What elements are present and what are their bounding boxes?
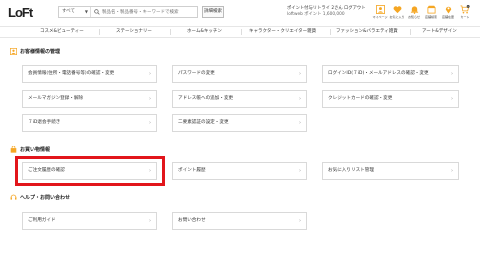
mypage-label: マイページ bbox=[372, 15, 388, 19]
nav-item-character[interactable]: キャラクター・クリエイター雑貨 bbox=[249, 27, 316, 37]
card-label: お問い合わせ bbox=[178, 218, 206, 223]
chevron-right-icon: › bbox=[299, 168, 301, 174]
nav-divider bbox=[330, 29, 331, 35]
notifications-link[interactable]: お知らせ bbox=[406, 5, 422, 19]
card-label: メールマガジン登録・解除 bbox=[28, 96, 84, 101]
detail-search-button[interactable]: 詳細検索 bbox=[202, 6, 224, 18]
store-search-label: 店舗検索 bbox=[424, 15, 437, 19]
store-search-link[interactable]: 店舗検索 bbox=[423, 5, 439, 19]
highlight-box bbox=[15, 156, 165, 186]
address-book-card[interactable]: アドレス帳への追加・変更 › bbox=[172, 90, 307, 108]
card-label: 会員情報(住所・電話番号等)の確認・変更 bbox=[28, 71, 115, 76]
card-label: ご利用ガイド bbox=[28, 218, 56, 223]
chevron-right-icon: › bbox=[149, 71, 151, 77]
search-input[interactable] bbox=[102, 7, 198, 17]
headset-icon bbox=[10, 194, 17, 200]
user-points-info: ポイント付与リトライ 2さん ログアウト loftweb ポイント 1,600,… bbox=[287, 6, 366, 18]
store-icon bbox=[426, 5, 436, 14]
card-label: お気に入りリスト管理 bbox=[328, 168, 374, 173]
mypage-link[interactable]: マイページ bbox=[372, 5, 388, 19]
search-category-label: すべて bbox=[62, 9, 76, 14]
user-guide-card[interactable]: ご利用ガイド › bbox=[22, 212, 157, 230]
chevron-right-icon: › bbox=[149, 218, 151, 224]
cart-label: カート bbox=[460, 15, 470, 19]
card-label: ログインID(７iD)・メールアドレスの確認・変更 bbox=[328, 71, 429, 76]
section-title-member: お客様情報の管理 bbox=[20, 49, 61, 55]
points-balance: loftweb ポイント 1,600,000 bbox=[287, 12, 345, 17]
bell-icon bbox=[410, 6, 418, 14]
chevron-right-icon: › bbox=[299, 218, 301, 224]
mail-magazine-card[interactable]: メールマガジン登録・解除 › bbox=[22, 90, 157, 108]
store-stock-label: 店舗在庫 bbox=[441, 15, 454, 19]
nav-item-cosme[interactable]: コスメ&ビューティー bbox=[40, 27, 84, 37]
two-factor-card[interactable]: 二要素認証の設定・変更 › bbox=[172, 114, 307, 132]
chevron-right-icon: › bbox=[149, 120, 151, 126]
store-stock-link[interactable]: 店舗在庫 bbox=[440, 5, 456, 19]
credit-card-card[interactable]: クレジットカードの確認・変更 › bbox=[322, 90, 459, 108]
loft-logo[interactable]: LoFt bbox=[8, 5, 33, 20]
login-id-card[interactable]: ログインID(７iD)・メールアドレスの確認・変更 › bbox=[322, 65, 459, 83]
search-category-select[interactable]: すべて ▼ bbox=[59, 7, 91, 17]
favorites-link[interactable]: お気に入り bbox=[389, 5, 405, 19]
nav-item-art-design[interactable]: アート&デザイン bbox=[422, 27, 457, 37]
nav-divider bbox=[410, 29, 411, 35]
point-history-card[interactable]: ポイント履歴 › bbox=[172, 162, 307, 180]
search-bar: すべて ▼ bbox=[58, 6, 198, 18]
chevron-right-icon: › bbox=[451, 71, 453, 77]
chevron-down-icon: ▼ bbox=[84, 9, 88, 14]
user-icon bbox=[375, 5, 385, 14]
location-icon bbox=[445, 6, 451, 14]
nav-item-stationery[interactable]: ステーショナリー bbox=[116, 27, 152, 37]
site-header: LoFt すべて ▼ 詳細検索 ポイント付与リトライ 2さん ログアウト lof… bbox=[0, 0, 480, 26]
nav-divider bbox=[241, 29, 242, 35]
shopping-bag-icon bbox=[10, 146, 17, 153]
card-label: クレジットカードの確認・変更 bbox=[328, 96, 393, 101]
chevron-right-icon: › bbox=[299, 71, 301, 77]
chevron-right-icon: › bbox=[451, 168, 453, 174]
cart-link[interactable]: 0 カート bbox=[457, 5, 473, 19]
account-menu: お客様情報の管理 会員情報(住所・電話番号等)の確認・変更 › パスワードの変更… bbox=[0, 38, 480, 270]
nav-item-home-kitchen[interactable]: ホーム&キッチン bbox=[187, 27, 222, 37]
withdraw-card[interactable]: ７iD退会手続き › bbox=[22, 114, 157, 132]
card-label: ポイント履歴 bbox=[178, 168, 206, 173]
member-info-card[interactable]: 会員情報(住所・電話番号等)の確認・変更 › bbox=[22, 65, 157, 83]
user-icon bbox=[10, 48, 17, 55]
notifications-label: お知らせ bbox=[408, 15, 420, 19]
card-label: アドレス帳への追加・変更 bbox=[178, 96, 234, 101]
section-title-help: ヘルプ・お問い合わせ bbox=[20, 195, 71, 201]
favorites-list-card[interactable]: お気に入りリスト管理 › bbox=[322, 162, 459, 180]
chevron-right-icon: › bbox=[451, 96, 453, 102]
search-icon bbox=[94, 9, 100, 15]
card-label: パスワードの変更 bbox=[178, 71, 215, 76]
nav-divider bbox=[99, 29, 100, 35]
chevron-right-icon: › bbox=[149, 96, 151, 102]
chevron-right-icon: › bbox=[299, 96, 301, 102]
section-title-shopping: お買い物情報 bbox=[20, 147, 51, 153]
chevron-right-icon: › bbox=[299, 120, 301, 126]
nav-item-fashion[interactable]: ファッション&バラエティ雑貨 bbox=[336, 27, 398, 37]
card-label: ７iD退会手続き bbox=[28, 120, 61, 125]
heart-icon bbox=[393, 6, 401, 14]
cart-icon: 0 bbox=[460, 5, 470, 14]
password-change-card[interactable]: パスワードの変更 › bbox=[172, 65, 307, 83]
nav-divider bbox=[170, 29, 171, 35]
favorites-label: お気に入り bbox=[389, 15, 405, 19]
card-label: 二要素認証の設定・変更 bbox=[178, 120, 229, 125]
contact-card[interactable]: お問い合わせ › bbox=[172, 212, 307, 230]
category-nav: コスメ&ビューティー ステーショナリー ホーム&キッチン キャラクター・クリエイ… bbox=[0, 26, 480, 38]
